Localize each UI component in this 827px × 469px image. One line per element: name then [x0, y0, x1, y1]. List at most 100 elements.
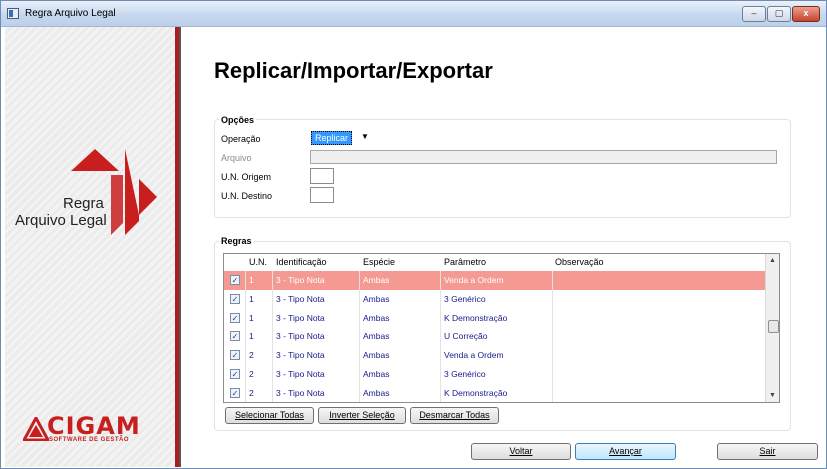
logo-text-line2: Arquivo Legal: [15, 212, 107, 229]
column-separator: [359, 365, 360, 384]
column-separator: [272, 271, 273, 290]
row-checkbox[interactable]: ✓: [230, 387, 240, 398]
cell-especie: Ambas: [363, 275, 390, 285]
cell-un: 1: [249, 293, 254, 304]
rules-group-title: Regras: [219, 236, 254, 246]
column-separator: [245, 365, 246, 384]
column-separator: [552, 308, 553, 328]
column-separator: [552, 365, 553, 384]
next-button[interactable]: Avançar: [575, 443, 676, 460]
column-separator: [359, 271, 360, 290]
maximize-button[interactable]: ▢: [767, 6, 791, 22]
invert-selection-button[interactable]: Inverter Seleção: [318, 407, 406, 424]
row-checkbox[interactable]: ✓: [230, 293, 240, 304]
table-row[interactable]: ✓ 2 3 - Tipo Nota Ambas Venda a Ordem: [224, 346, 765, 365]
cell-identificacao: 3 - Tipo Nota: [276, 312, 325, 323]
row-checkbox[interactable]: ✓: [230, 331, 240, 342]
row-checkbox[interactable]: ✓: [230, 369, 240, 379]
column-separator: [359, 383, 360, 402]
deselect-all-button[interactable]: Desmarcar Todas: [410, 407, 499, 424]
vertical-scrollbar[interactable]: ▲ ▼: [765, 254, 779, 402]
arquivo-field[interactable]: [310, 150, 777, 164]
un-destino-label: U.N. Destino: [221, 191, 273, 201]
column-separator: [359, 289, 360, 309]
table-row[interactable]: ✓ 1 3 - Tipo Nota Ambas K Demonstração: [224, 308, 765, 328]
row-checkbox[interactable]: ✓: [230, 312, 240, 323]
select-all-button[interactable]: Selecionar Todas: [225, 407, 314, 424]
column-separator: [245, 327, 246, 347]
cell-parametro: Venda a Ordem: [444, 275, 504, 285]
column-separator: [440, 271, 441, 290]
column-header-especie[interactable]: Espécie: [363, 254, 395, 271]
column-separator: [359, 308, 360, 328]
rules-table[interactable]: U.N. Identificação Espécie Parâmetro Obs…: [223, 253, 780, 403]
column-separator: [440, 383, 441, 402]
app-window: Regra Arquivo Legal – ▢ x Regra Arquivo …: [0, 0, 827, 469]
app-icon: [7, 8, 19, 19]
close-button[interactable]: x: [792, 6, 820, 22]
page-title: Replicar/Importar/Exportar: [214, 58, 493, 83]
window-title: Regra Arquivo Legal: [25, 8, 116, 19]
column-separator: [245, 308, 246, 328]
column-separator: [272, 383, 273, 402]
column-separator: [272, 365, 273, 384]
table-row[interactable]: ✓ 1 3 - Tipo Nota Ambas Venda a Ordem: [224, 271, 765, 290]
minimize-button[interactable]: –: [742, 6, 766, 22]
column-separator: [552, 346, 553, 365]
cell-un: 1: [249, 331, 254, 342]
table-row[interactable]: ✓ 1 3 - Tipo Nota Ambas U Correção: [224, 327, 765, 347]
cell-un: 1: [249, 275, 254, 285]
column-separator: [440, 365, 441, 384]
column-separator: [552, 271, 553, 290]
column-separator: [245, 271, 246, 290]
column-separator: [359, 346, 360, 365]
column-separator: [440, 346, 441, 365]
un-origem-label: U.N. Origem: [221, 172, 272, 182]
title-bar[interactable]: Regra Arquivo Legal – ▢ x: [1, 1, 826, 27]
column-separator: [272, 308, 273, 328]
column-separator: [245, 383, 246, 402]
cell-un: 2: [249, 369, 254, 379]
scroll-up-arrow-icon[interactable]: ▲: [769, 257, 776, 264]
options-group: [214, 119, 791, 218]
cell-identificacao: 3 - Tipo Nota: [276, 350, 325, 361]
operacao-select[interactable]: Replicar ▼: [311, 131, 371, 145]
cell-identificacao: 3 - Tipo Nota: [276, 331, 325, 342]
table-row[interactable]: ✓ 1 3 - Tipo Nota Ambas 3 Genérico: [224, 289, 765, 309]
operacao-selected-value[interactable]: Replicar: [311, 131, 353, 145]
column-separator: [440, 327, 441, 347]
scroll-thumb[interactable]: [768, 320, 779, 333]
left-banner: Regra Arquivo Legal CIGAM SOFTWARE DE GE…: [5, 27, 176, 467]
cell-identificacao: 3 - Tipo Nota: [276, 369, 325, 379]
column-separator: [552, 289, 553, 309]
cell-especie: Ambas: [363, 331, 390, 342]
column-header-identificacao[interactable]: Identificação: [276, 254, 327, 271]
operacao-label: Operação: [221, 134, 261, 144]
table-row[interactable]: ✓ 2 3 - Tipo Nota Ambas 3 Genérico: [224, 365, 765, 384]
row-checkbox[interactable]: ✓: [230, 350, 240, 361]
un-origem-field[interactable]: [310, 168, 334, 184]
row-checkbox[interactable]: ✓: [230, 275, 240, 285]
cell-especie: Ambas: [363, 387, 390, 398]
cell-parametro: K Demonstração: [444, 312, 508, 323]
cell-parametro: K Demonstração: [444, 387, 508, 398]
back-button[interactable]: Voltar: [471, 443, 571, 460]
column-separator: [245, 289, 246, 309]
column-header-parametro[interactable]: Parâmetro: [444, 254, 486, 271]
scroll-down-arrow-icon[interactable]: ▼: [769, 392, 776, 399]
column-separator: [272, 289, 273, 309]
cell-parametro: Venda a Ordem: [444, 350, 504, 361]
un-destino-field[interactable]: [310, 187, 334, 203]
dropdown-arrow-icon[interactable]: ▼: [361, 132, 369, 141]
options-group-title: Opções: [219, 115, 257, 125]
brand-subtitle: SOFTWARE DE GESTÃO: [49, 437, 130, 443]
column-separator: [552, 383, 553, 402]
column-header-un[interactable]: U.N.: [249, 254, 267, 271]
cell-especie: Ambas: [363, 293, 390, 304]
cell-especie: Ambas: [363, 312, 390, 323]
cell-identificacao: 3 - Tipo Nota: [276, 275, 325, 285]
cell-un: 2: [249, 387, 254, 398]
column-header-observacao[interactable]: Observação: [555, 254, 604, 271]
exit-button[interactable]: Sair: [717, 443, 818, 460]
table-row[interactable]: ✓ 2 3 - Tipo Nota Ambas K Demonstração: [224, 383, 765, 402]
